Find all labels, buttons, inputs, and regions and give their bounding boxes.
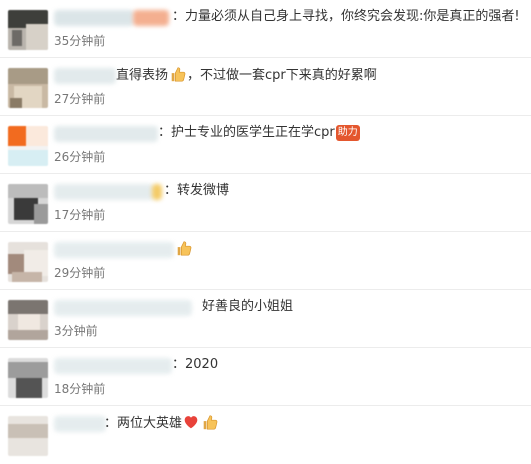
comment-body: 好善良的小姐姐 (202, 299, 294, 314)
username-blurred[interactable] (152, 184, 162, 200)
avatar[interactable] (8, 358, 48, 398)
comment-text: ：转发微博 (164, 183, 230, 198)
username-blurred[interactable] (54, 68, 116, 84)
boost-badge[interactable]: 助力 (335, 125, 360, 141)
comment-time: 29分钟前 (54, 266, 106, 280)
comment-body: 转发微博 (177, 183, 230, 198)
comment-body: ：两位大英雄 (104, 416, 183, 431)
comment-item: 29分钟前 (0, 232, 531, 290)
username-blurred[interactable] (54, 242, 174, 258)
comment-body: ：2020 (172, 357, 219, 372)
comment-item: ：护士专业的医学生正在学cpr 助力 26分钟前 (0, 116, 531, 174)
comment-item: ：力量必须从自己身上寻找，你终究会发现:你是真正的强者! 35分钟前 (0, 0, 531, 58)
comment-item: 直得表扬 ，不过做一套cpr下来真的好累啊 27分钟前 (0, 58, 531, 116)
username-blurred[interactable] (54, 184, 154, 200)
thumbs-up-icon (203, 415, 218, 430)
comment-time: 18分钟前 (54, 382, 106, 396)
comment-text: 好善良的小姐姐 (202, 297, 293, 317)
comment-item: 好善良的小姐姐 3分钟前 (0, 290, 531, 348)
avatar[interactable] (8, 416, 48, 456)
username-blurred[interactable] (133, 10, 169, 26)
comment-text: ：力量必须从自己身上寻找，你终究会发现:你是真正的强者! (172, 7, 520, 27)
comment-text: ：两位大英雄 (104, 413, 219, 434)
avatar[interactable] (8, 184, 48, 224)
comment-body: 直得表扬 (116, 68, 169, 83)
comment-body: 护士专业的医学生正在学cpr (171, 125, 335, 140)
username-blurred[interactable] (54, 358, 172, 374)
username-blurred[interactable] (54, 416, 106, 432)
comment-text: 直得表扬 ，不过做一套cpr下来真的好累啊 (116, 65, 377, 86)
comment-item: ：转发微博 17分钟前 (0, 174, 531, 232)
comment-time: 35分钟前 (54, 34, 106, 48)
comment-text (174, 239, 193, 260)
comment-time: 26分钟前 (54, 150, 106, 164)
comment-text: ：2020 (172, 355, 218, 375)
avatar[interactable] (8, 242, 48, 282)
username-blurred[interactable] (54, 126, 158, 142)
avatar[interactable] (8, 300, 48, 340)
heart-icon (184, 416, 198, 429)
comment-item: ：2020 18分钟前 (0, 348, 531, 406)
comment-body-continued: ，不过做一套cpr下来真的好累啊 (187, 68, 377, 83)
comment-text: ：护士专业的医学生正在学cpr 助力 (158, 125, 360, 141)
avatar[interactable] (8, 126, 48, 166)
username-blurred[interactable] (54, 300, 192, 316)
username-blurred[interactable] (54, 10, 134, 26)
avatar[interactable] (8, 68, 48, 108)
thumbs-up-icon (177, 241, 192, 256)
thumbs-up-icon (171, 67, 186, 82)
comment-time: 3分钟前 (54, 324, 98, 338)
avatar[interactable] (8, 10, 48, 50)
comment-time: 27分钟前 (54, 92, 106, 106)
comment-time: 17分钟前 (54, 208, 106, 222)
comment-body: ：力量必须从自己身上寻找，你终究会发现:你是真正的强者! (172, 9, 520, 24)
comment-list: ：力量必须从自己身上寻找，你终究会发现:你是真正的强者! 35分钟前 直得表扬 ，… (0, 0, 531, 456)
comment-item: ：两位大英雄 (0, 406, 531, 464)
